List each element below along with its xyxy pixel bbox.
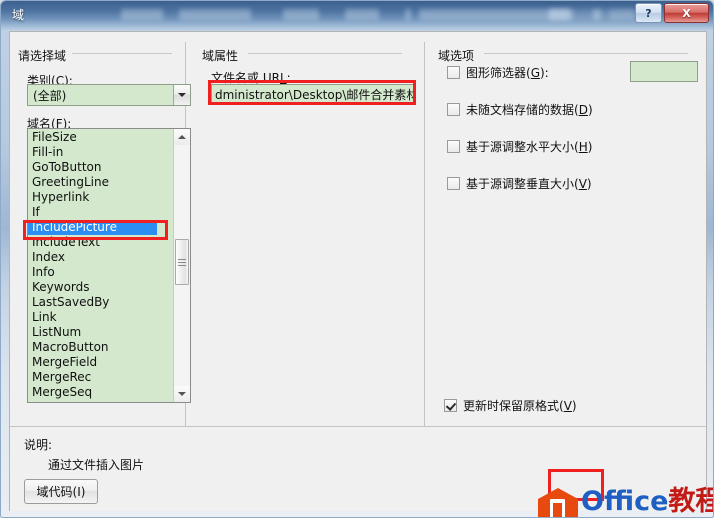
- graphics-filter-input[interactable]: [630, 61, 698, 82]
- grip-icon: [178, 257, 186, 268]
- option-data-not-stored[interactable]: 未随文档存储的数据(D): [447, 101, 593, 118]
- middle-group-title: 域属性: [202, 49, 239, 63]
- list-item[interactable]: GreetingLine: [28, 175, 157, 190]
- list-item[interactable]: MergeRec: [28, 370, 157, 385]
- field-names-list: FileSize Fill-in GoToButton GreetingLine…: [28, 129, 157, 402]
- list-item[interactable]: MergeField: [28, 355, 157, 370]
- list-item[interactable]: FileSize: [28, 130, 157, 145]
- divider-middle-right: [424, 42, 425, 427]
- list-item[interactable]: Info: [28, 265, 157, 280]
- option-label: 未随文档存储的数据(D): [466, 103, 593, 117]
- filename-input[interactable]: dministrator\Desktop\邮件合并素材: [211, 84, 415, 105]
- title-bar: [1, 1, 713, 31]
- option-label: 基于源调整水平大小(H): [466, 140, 593, 154]
- list-item[interactable]: Fill-in: [28, 145, 157, 160]
- description-label: 说明:: [24, 438, 53, 452]
- checkbox-resize-horizontal[interactable]: [447, 140, 460, 153]
- checkbox-graphics-filter[interactable]: [447, 66, 460, 79]
- field-list-scrollbar[interactable]: [173, 129, 190, 402]
- list-item[interactable]: LastSavedBy: [28, 295, 157, 310]
- checkbox-preserve-formatting[interactable]: [444, 399, 457, 412]
- middle-group-rule: [248, 53, 402, 54]
- list-item[interactable]: IncludeText: [28, 235, 157, 250]
- option-resize-horizontal[interactable]: 基于源调整水平大小(H): [447, 138, 592, 155]
- list-item[interactable]: Index: [28, 250, 157, 265]
- scroll-down-icon[interactable]: [174, 386, 190, 402]
- list-item[interactable]: MergeSeq: [28, 385, 157, 400]
- category-combo-value: (全部): [33, 88, 67, 103]
- field-dialog-window: 域 ? X 请选择域 类别(C): (全部) 域名(F): FileSize F…: [0, 0, 714, 518]
- filename-input-value: dministrator\Desktop\邮件合并素材: [215, 88, 415, 102]
- description-text: 通过文件插入图片: [48, 458, 145, 472]
- option-preserve-formatting[interactable]: 更新时保留原格式(V): [444, 397, 577, 414]
- list-item[interactable]: MacroButton: [28, 340, 157, 355]
- dialog-client-area: 请选择域 类别(C): (全部) 域名(F): FileSize Fill-in…: [9, 31, 713, 517]
- chevron-down-icon[interactable]: [173, 85, 190, 105]
- scrollbar-thumb[interactable]: [175, 239, 189, 285]
- help-button[interactable]: ?: [635, 3, 662, 23]
- list-item[interactable]: Hyperlink: [28, 190, 157, 205]
- field-codes-button[interactable]: 域代码(I): [24, 479, 98, 504]
- option-label: 基于源调整垂直大小(V): [466, 177, 592, 191]
- caption-buttons: ? X: [635, 3, 709, 23]
- option-label: 图形筛选器(G):: [466, 66, 549, 80]
- category-combo[interactable]: (全部): [27, 84, 191, 106]
- right-group-title: 域选项: [438, 49, 475, 63]
- scroll-up-icon[interactable]: [174, 129, 190, 145]
- list-item[interactable]: Link: [28, 310, 157, 325]
- option-resize-vertical[interactable]: 基于源调整垂直大小(V): [447, 175, 592, 192]
- field-names-listbox[interactable]: FileSize Fill-in GoToButton GreetingLine…: [27, 128, 191, 403]
- checkbox-resize-vertical[interactable]: [447, 177, 460, 190]
- list-item-selected[interactable]: IncludePicture: [28, 220, 157, 235]
- option-graphics-filter[interactable]: 图形筛选器(G):: [447, 64, 549, 81]
- checkbox-data-not-stored[interactable]: [447, 103, 460, 116]
- close-button[interactable]: X: [664, 3, 709, 23]
- watermark-brand: Office教程网: [581, 486, 713, 517]
- watermark-brand-en: Office: [581, 486, 669, 517]
- divider-footer: [10, 426, 706, 427]
- list-item[interactable]: ListNum: [28, 325, 157, 340]
- option-label: 更新时保留原格式(V): [463, 399, 577, 413]
- watermark-office26: Office教程网 www.office26.com: [538, 486, 713, 517]
- list-item[interactable]: Keywords: [28, 280, 157, 295]
- list-item[interactable]: GoToButton: [28, 160, 157, 175]
- watermark-brand-cn: 教程网: [668, 486, 713, 517]
- left-group-title: 请选择域: [18, 49, 67, 63]
- left-group-rule: [72, 53, 172, 54]
- office-logo-icon: [538, 488, 578, 517]
- list-item[interactable]: If: [28, 205, 157, 220]
- right-group-rule: [484, 53, 688, 54]
- window-title: 域: [12, 8, 25, 22]
